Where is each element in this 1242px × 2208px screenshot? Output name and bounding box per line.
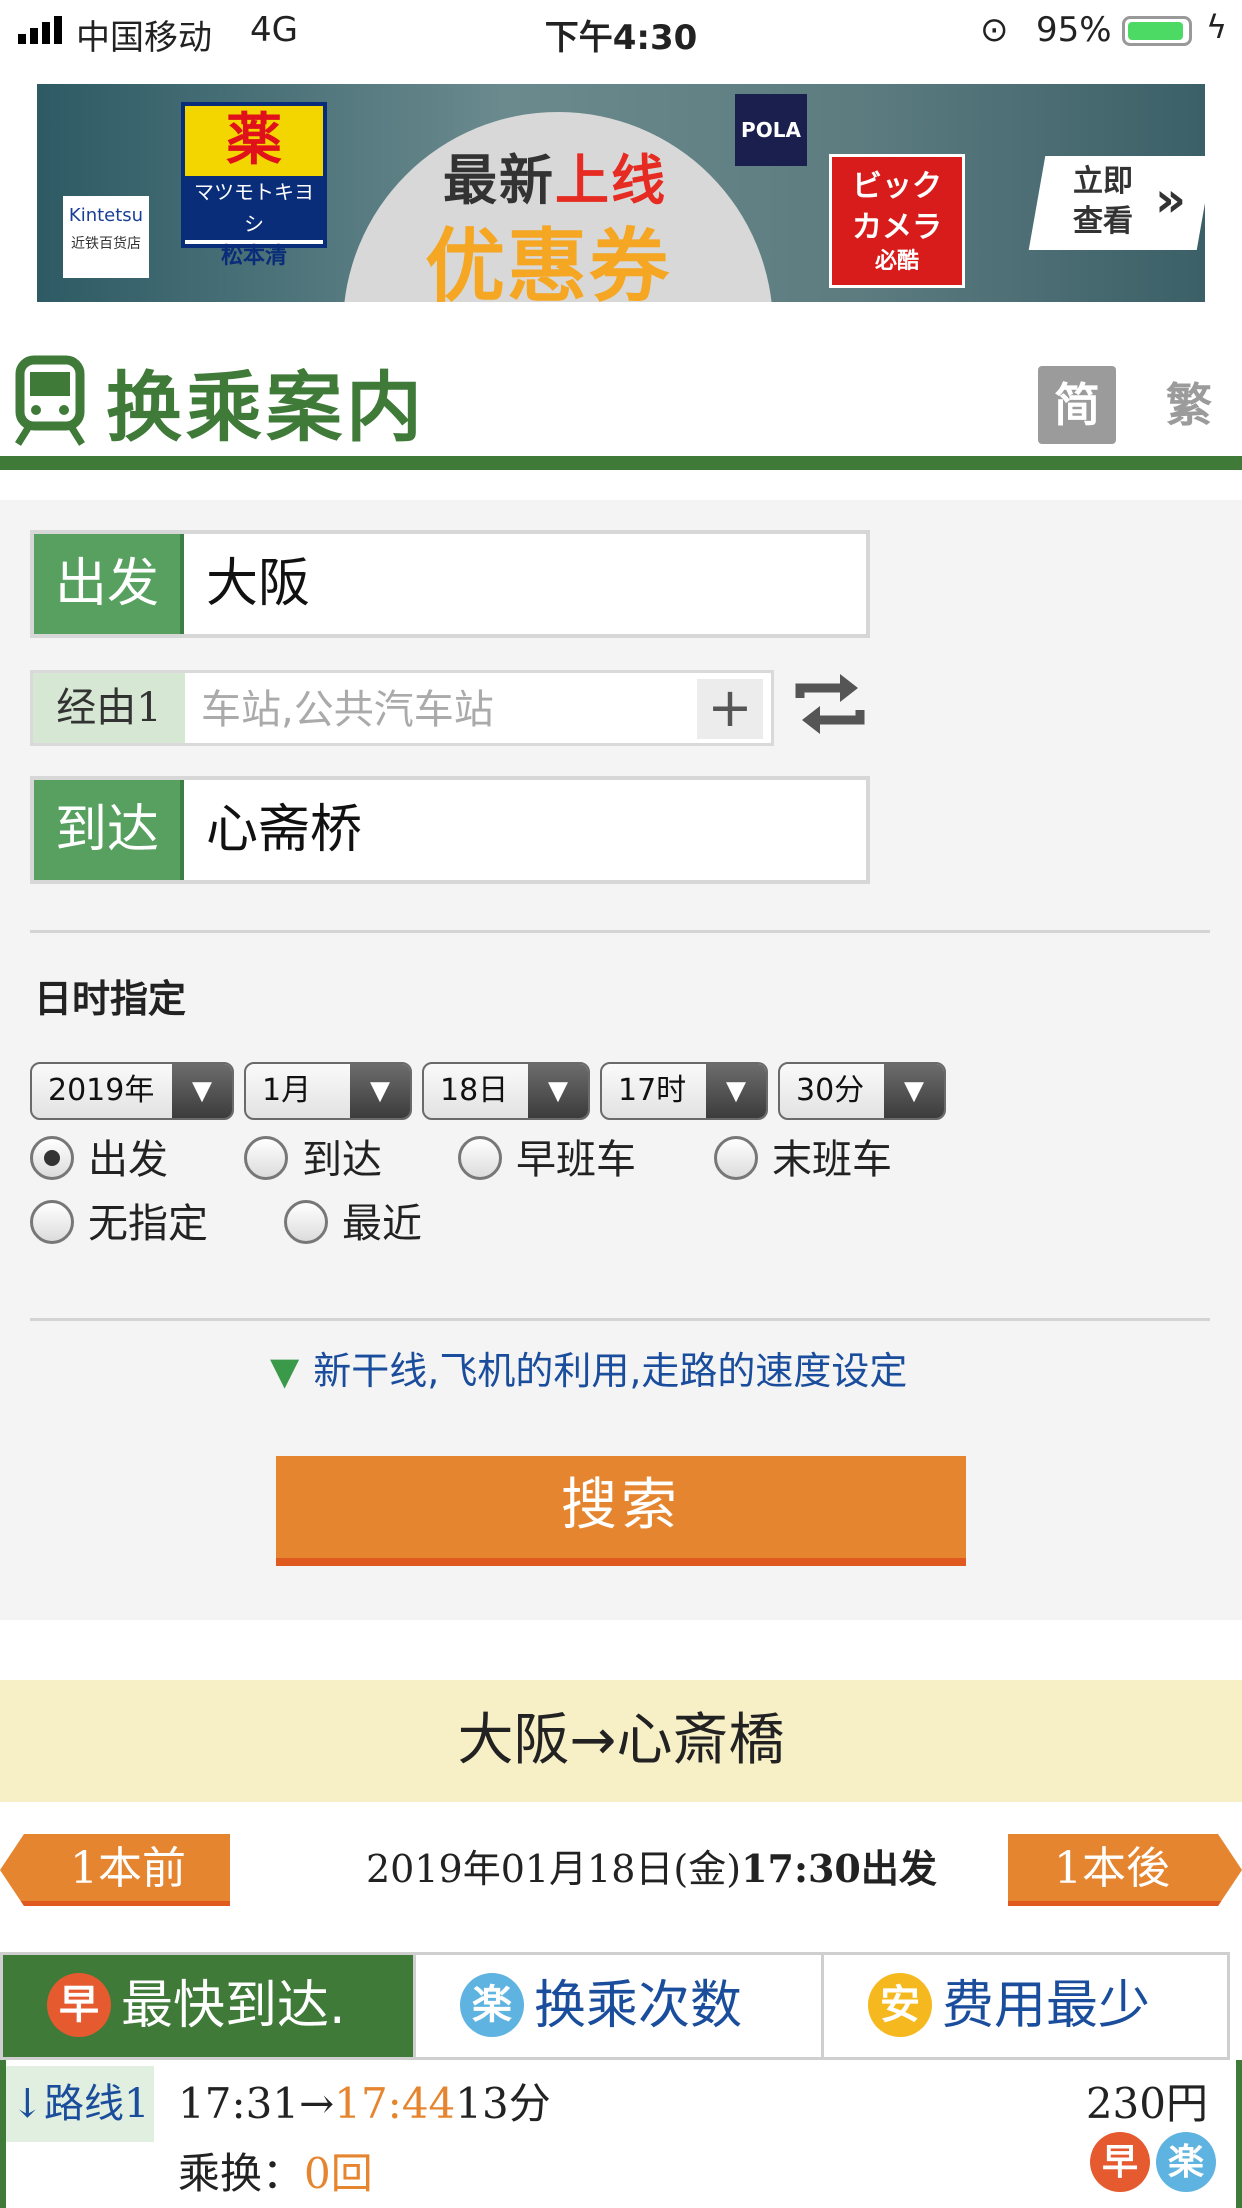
pola-logo: POLA	[735, 94, 807, 166]
route-transfers: 乘换：0回	[178, 2149, 373, 2198]
divider	[30, 930, 1210, 933]
search-button[interactable]: 搜索	[276, 1456, 966, 1566]
search-panel	[0, 500, 1242, 1620]
prev-train-button[interactable]: 1本前	[0, 1834, 230, 1906]
kintetsu-logo: Kintetsu 近铁百货店	[63, 196, 149, 278]
radio-dot	[714, 1136, 758, 1180]
radio-depart[interactable]: 出发	[30, 1134, 168, 1186]
battery-percent: 95%	[1036, 10, 1112, 50]
radio-arrive[interactable]: 到达	[244, 1134, 382, 1186]
radio-dot	[244, 1136, 288, 1180]
options-link[interactable]: ▼ 新干线,飞机的利用,走路的速度设定	[270, 1340, 907, 1395]
route-times: 17:31→17:4413分	[178, 2079, 551, 2128]
search-date: 2019年01月18日(金)17:30出发	[366, 1846, 937, 1891]
add-via-button[interactable]: +	[697, 679, 763, 739]
status-bar: 中国移动 4G 下午4:30 ⊙ 95% ϟ	[0, 0, 1242, 64]
chevron-down-icon: ▼	[706, 1064, 766, 1118]
route-title: 大阪→心斎橋	[0, 1680, 1242, 1802]
radio-dot	[284, 1200, 328, 1244]
ad-banner[interactable]: Kintetsu 近铁百货店 薬 マツモトキヨシ 松本清 最新上线 优惠券 POL…	[37, 84, 1205, 302]
chevron-down-icon: ▼	[172, 1064, 232, 1118]
lang-simplified-button[interactable]: 简	[1038, 366, 1116, 444]
double-chevron-right-icon: »	[1155, 172, 1187, 228]
chevron-down-icon: ▼	[528, 1064, 588, 1118]
rotation-lock-icon: ⊙	[980, 10, 1009, 50]
fast-badge-icon: 早	[1090, 2132, 1150, 2192]
year-select[interactable]: 2019年 ▼	[30, 1062, 234, 1120]
chevron-down-icon: ▼	[884, 1064, 944, 1118]
tab-fastest[interactable]: 早最快到达.	[3, 1955, 413, 2057]
radio-unspecified[interactable]: 无指定	[30, 1198, 208, 1250]
route-label[interactable]: ↓路线1	[6, 2066, 154, 2142]
page-title: 换乘案内	[106, 363, 426, 452]
to-label: 到达	[34, 780, 184, 880]
sort-tabs: 早最快到达. 楽换乘次数 安费用最少	[0, 1952, 1230, 2060]
triangle-down-icon: ▼	[270, 1349, 300, 1393]
datetime-title: 日时指定	[34, 977, 187, 1021]
via-label: 经由1	[33, 673, 185, 743]
radio-last-train[interactable]: 末班车	[714, 1134, 892, 1186]
banner-cta-button[interactable]: 立即查看	[1073, 162, 1145, 242]
train-icon	[15, 355, 85, 446]
battery-icon	[1122, 16, 1192, 46]
hour-select[interactable]: 17时 ▼	[600, 1062, 768, 1120]
from-field[interactable]: 出发 大阪	[30, 530, 870, 638]
easy-badge-icon: 楽	[460, 1973, 524, 2037]
tab-cheapest[interactable]: 安费用最少	[821, 1955, 1230, 2057]
chevron-down-icon: ▼	[350, 1064, 410, 1118]
next-train-button[interactable]: 1本後	[1008, 1834, 1242, 1906]
divider	[30, 1318, 1210, 1321]
month-select[interactable]: 1月 ▼	[244, 1062, 412, 1120]
route-price: 230円	[1085, 2079, 1208, 2128]
radio-dot	[458, 1136, 502, 1180]
day-select[interactable]: 18日 ▼	[422, 1062, 590, 1120]
swap-stations-icon[interactable]	[794, 668, 866, 740]
via-field[interactable]: 经由1 车站,公共汽车站 +	[30, 670, 774, 746]
radio-first-train[interactable]: 早班车	[458, 1134, 636, 1186]
route-result-row[interactable]: ↓路线1 17:31→17:4413分 230円 乘换：0回 早楽	[0, 2060, 1242, 2208]
radio-dot	[30, 1200, 74, 1244]
tab-fewest-transfers[interactable]: 楽换乘次数	[413, 1955, 824, 2057]
radio-nearest[interactable]: 最近	[284, 1198, 422, 1250]
to-field[interactable]: 到达 心斋桥	[30, 776, 870, 884]
cheap-badge-icon: 安	[868, 1973, 932, 2037]
to-input[interactable]: 心斋桥	[206, 780, 362, 880]
minute-select[interactable]: 30分 ▼	[778, 1062, 946, 1120]
easy-badge-icon: 楽	[1156, 2132, 1216, 2192]
matsumoto-kiyoshi-logo: 薬 マツモトキヨシ 松本清	[181, 102, 327, 269]
from-label: 出发	[34, 534, 184, 634]
route-badges: 早楽	[1084, 2132, 1216, 2196]
from-input[interactable]: 大阪	[206, 534, 310, 634]
bic-camera-logo: ビック カメラ 必酷	[829, 154, 965, 288]
via-input[interactable]: 车站,公共汽车站	[201, 673, 494, 747]
radio-dot	[30, 1136, 74, 1180]
lang-traditional-button[interactable]: 繁	[1150, 366, 1228, 444]
charging-icon: ϟ	[1206, 8, 1228, 46]
fast-badge-icon: 早	[47, 1973, 111, 2037]
header-divider	[0, 456, 1242, 470]
banner-coupon-text: 优惠券	[425, 220, 671, 302]
